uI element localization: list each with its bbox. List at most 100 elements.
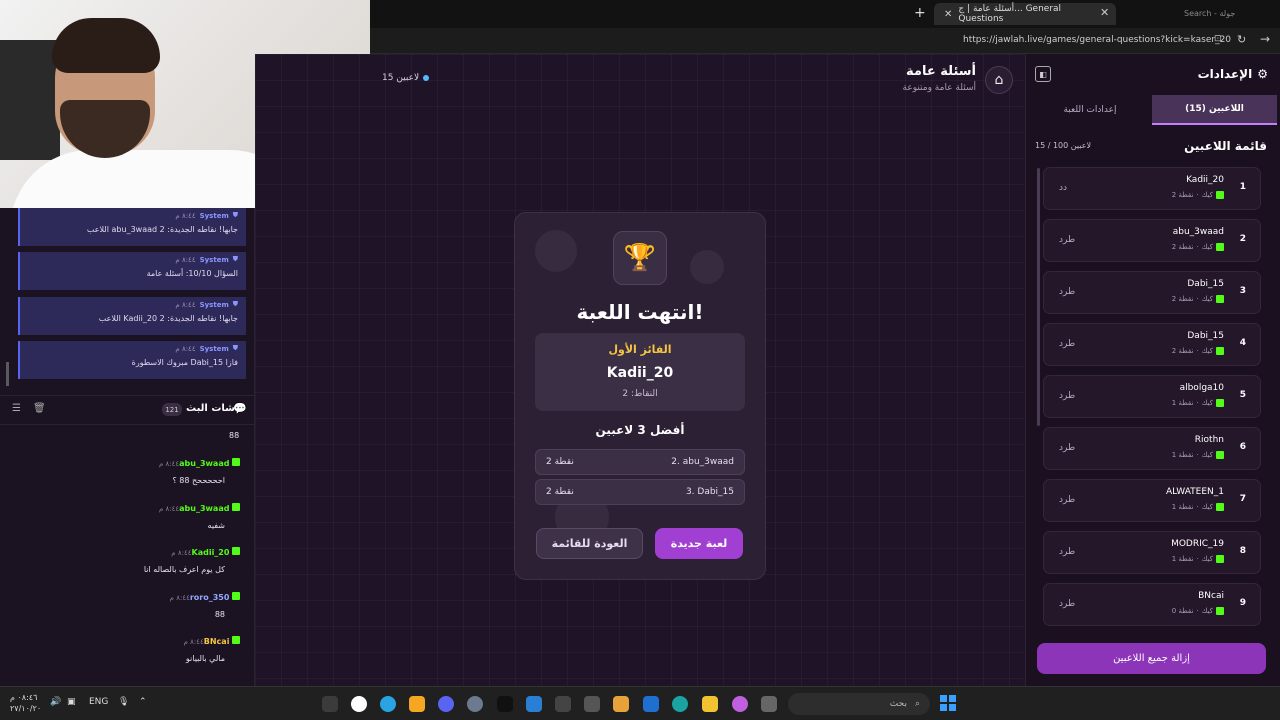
tab-game-settings[interactable]: إعدادات اللعبة xyxy=(1028,95,1152,125)
tiktok-app-icon[interactable] xyxy=(497,696,513,712)
player-platform: كيك xyxy=(1201,607,1213,615)
chat-title: شات البث xyxy=(186,403,235,414)
chat-message-text: 88 xyxy=(214,610,225,619)
top3-row-name: 2. abu_3waad xyxy=(671,457,734,467)
kick-player-button[interactable]: طرد xyxy=(1059,547,1075,557)
wifi-icon[interactable]: ▣ xyxy=(67,697,76,707)
settings-app-icon[interactable] xyxy=(467,696,483,712)
player-row: 2 abu_3waad 2 نقطة · كيك طرد xyxy=(1043,219,1261,262)
chat-username[interactable]: Kadii_20 xyxy=(192,548,230,557)
player-points: 0 نقطة xyxy=(1171,607,1194,615)
kick-player-button[interactable]: طرد xyxy=(1059,287,1075,297)
player-rank: 9 xyxy=(1239,598,1246,608)
winner-label: الفائز الأول xyxy=(608,343,672,356)
collapse-sidebar-icon[interactable]: ◧ xyxy=(1035,66,1051,82)
chat-username[interactable]: abu_3waad xyxy=(179,459,229,468)
kick-player-button[interactable]: طرد xyxy=(1059,391,1075,401)
windows-start-icon[interactable] xyxy=(940,695,956,711)
kick-player-button[interactable]: طرد xyxy=(1059,495,1075,505)
refresh-icon[interactable]: ↻ xyxy=(1237,33,1246,46)
home-button[interactable]: ⌂ xyxy=(985,66,1013,94)
system-sender: System xyxy=(199,300,229,309)
taskbar-search[interactable]: بحث ⌕ xyxy=(788,693,930,715)
top3-row-name: 3. Dabi_15 xyxy=(685,487,734,497)
forward-arrow-icon[interactable]: → xyxy=(1260,32,1270,46)
kick-player-button[interactable]: طرد xyxy=(1059,235,1075,245)
chevron-up-icon[interactable]: ⌃ xyxy=(139,697,147,707)
player-meta: 1 نقطة · كيك xyxy=(1172,503,1224,511)
app-icon[interactable] xyxy=(555,696,571,712)
chat-username[interactable]: abu_3waad xyxy=(179,504,229,513)
url-text[interactable]: https://jawlah.live/games/general-questi… xyxy=(963,35,1231,45)
browser-tab-active[interactable]: ✕ أسئلة عامة | ج... General Questions xyxy=(934,3,1116,25)
separator-dot: · xyxy=(1196,503,1199,511)
players-scrollbar[interactable] xyxy=(1037,168,1040,426)
tab-players[interactable]: اللاعبين (15) xyxy=(1152,95,1277,125)
bot-icon: ⛊ xyxy=(232,300,238,308)
gear-icon: ⚙ xyxy=(1257,67,1268,81)
app-icon[interactable] xyxy=(613,696,629,712)
tab-search-hint[interactable]: Search - جولة xyxy=(1184,9,1235,18)
kick-player-button[interactable]: دد xyxy=(1059,183,1067,193)
microphone-icon[interactable]: 🎙 xyxy=(118,697,129,707)
app-icon[interactable] xyxy=(526,696,542,712)
kick-logo-icon xyxy=(1216,555,1224,563)
chat-message-text: احححححح 88 ؟ xyxy=(172,476,225,485)
player-meta: 0 نقطة · كيك xyxy=(1172,607,1224,615)
player-rank: 6 xyxy=(1239,442,1246,452)
media-player-app-icon[interactable] xyxy=(351,696,367,712)
player-meta: 1 نقطة · كيك xyxy=(1172,399,1224,407)
close-tab-icon[interactable]: ✕ xyxy=(944,9,952,20)
language-indicator[interactable]: ENG xyxy=(89,697,108,707)
player-meta: 2 نقطة · كيك xyxy=(1172,191,1224,199)
trophy-icon: 🏆 xyxy=(613,231,667,285)
system-message-text: مبروك الاسطورة Dabi_15 فازا xyxy=(131,358,238,367)
kick-logo-icon xyxy=(232,503,240,511)
player-rank: 5 xyxy=(1239,390,1246,400)
kick-logo-icon xyxy=(1216,191,1224,199)
chat-message-text: مالي بالبيانو xyxy=(185,654,225,663)
kick-logo-icon xyxy=(232,592,240,600)
system-message-text: اللاعب abu_3waad جابها! نقاطه الجديدة: 2 xyxy=(86,225,238,234)
telegram-app-icon[interactable] xyxy=(380,696,396,712)
page-title: أسئلة عامة xyxy=(906,64,976,79)
close-icon[interactable]: ✕ xyxy=(1100,6,1109,19)
kick-player-button[interactable]: طرد xyxy=(1059,599,1075,609)
kick-player-button[interactable]: طرد xyxy=(1059,339,1075,349)
copilot-app-icon[interactable] xyxy=(732,696,748,712)
file-explorer-icon[interactable] xyxy=(702,696,718,712)
filter-icon[interactable]: ☰ xyxy=(12,403,21,414)
discord-app-icon[interactable] xyxy=(438,696,454,712)
chat-message-header: ٨:٤٤ مBNcai xyxy=(10,636,240,646)
chat-username[interactable]: roro_350 xyxy=(190,593,230,602)
system-message: ٨:٤٤ م System ⛊ مبروك الاسطورة Dabi_15 فازا xyxy=(18,341,246,379)
terminal-app-icon[interactable] xyxy=(322,696,338,712)
players-list-title: قائمة اللاعبين xyxy=(1184,139,1267,153)
decor-bubble xyxy=(690,250,724,284)
webcam-person-hair xyxy=(52,18,160,73)
player-name: BNcai xyxy=(1198,591,1224,601)
app-icon[interactable] xyxy=(409,696,425,712)
kick-player-button[interactable]: طرد xyxy=(1059,443,1075,453)
player-rank: 8 xyxy=(1239,546,1246,556)
new-game-button[interactable]: لعبة جديدة xyxy=(655,528,743,559)
app-icon[interactable] xyxy=(584,696,600,712)
edge-browser-icon[interactable] xyxy=(672,696,688,712)
new-tab-button[interactable]: + xyxy=(914,5,926,21)
chat-message-header: ٨:٤٤ مKadii_20 xyxy=(10,547,240,557)
kick-logo-icon xyxy=(1216,347,1224,355)
players-online-text: 15 لاعبين xyxy=(382,73,420,83)
lock-icon[interactable]: ⊡ xyxy=(1214,34,1222,44)
volume-icon[interactable]: 🔊 xyxy=(50,697,61,707)
app-icon[interactable] xyxy=(761,696,777,712)
kick-logo-icon xyxy=(1216,295,1224,303)
chat-scrollbar[interactable] xyxy=(6,362,9,386)
mail-app-icon[interactable] xyxy=(643,696,659,712)
trash-icon[interactable]: 🗑 xyxy=(33,403,46,414)
remove-all-players-button[interactable]: إزالة جميع اللاعبين xyxy=(1037,643,1266,674)
chat-username[interactable]: BNcai xyxy=(204,637,230,646)
chat-message-header: ٨:٤٤ مroro_350 xyxy=(10,592,240,602)
back-to-menu-button[interactable]: العودة للقائمة xyxy=(536,528,643,559)
player-meta: 1 نقطة · كيك xyxy=(1172,451,1224,459)
taskbar-clock[interactable]: ٠٨:٤٦ م ٢٧/١٠/٢٠ xyxy=(10,692,41,714)
